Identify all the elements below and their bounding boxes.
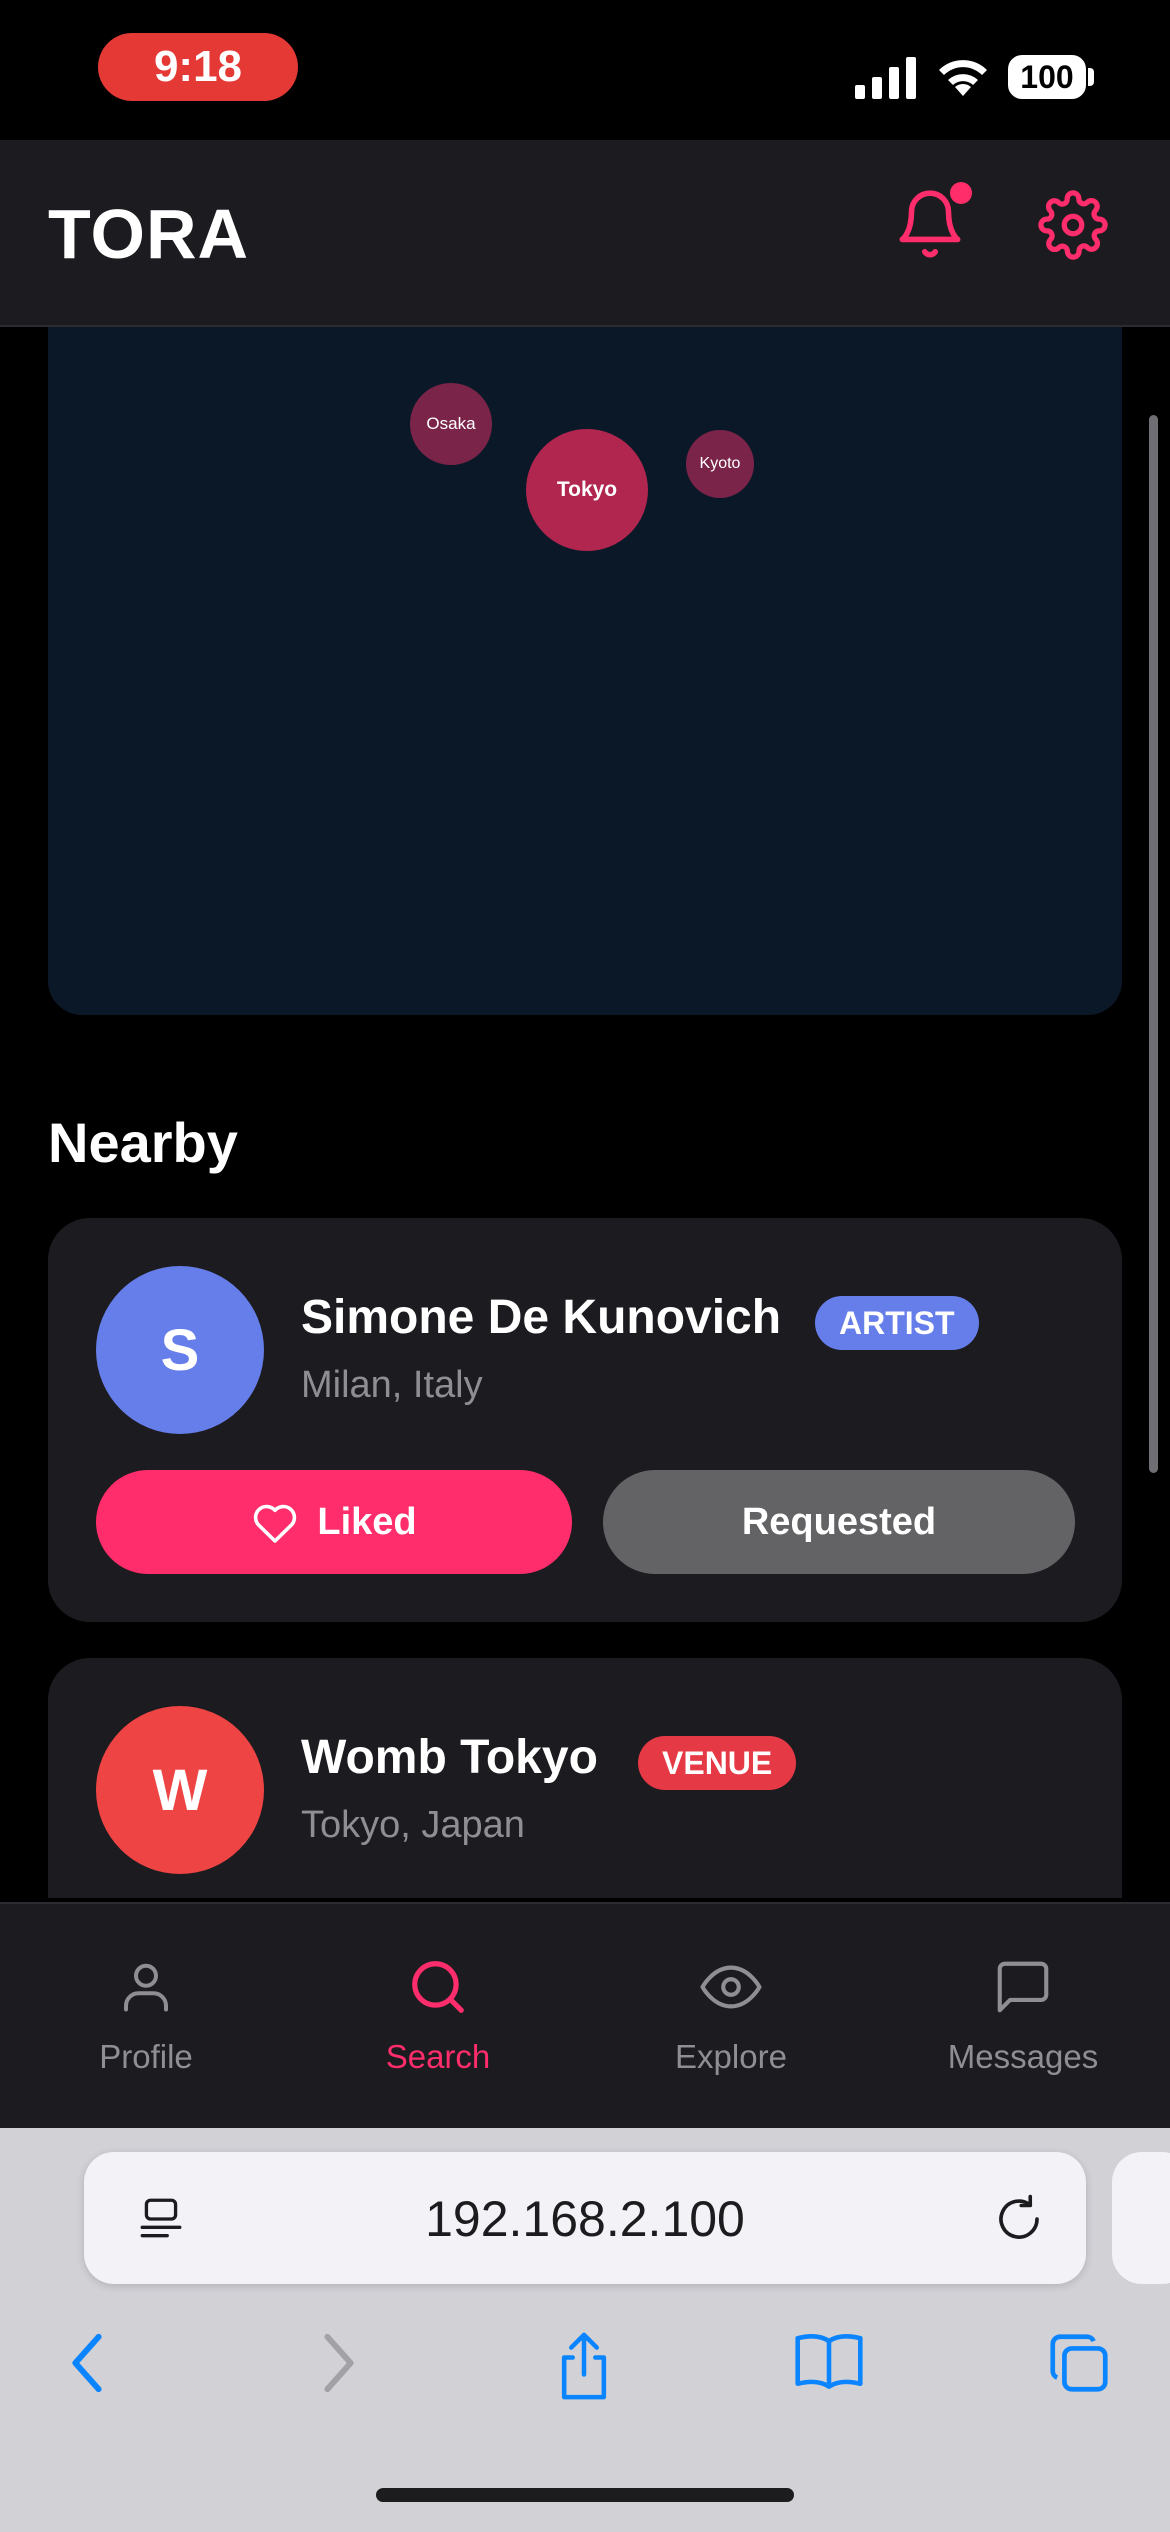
tab-profile[interactable]: Profile xyxy=(0,1956,292,2076)
profile-name: Womb Tokyo xyxy=(301,1731,598,1784)
app-header: TORA xyxy=(0,140,1170,327)
cellular-signal-icon xyxy=(855,57,916,99)
map-city-kyoto[interactable]: Kyoto xyxy=(686,430,754,498)
tabs-icon[interactable] xyxy=(1044,2328,1114,2398)
tab-explore-label: Explore xyxy=(675,2038,787,2075)
tab-search[interactable]: Search xyxy=(292,1956,584,2076)
wifi-icon xyxy=(939,60,987,96)
venue-badge: VENUE xyxy=(638,1736,797,1790)
bottom-tab-bar: Profile Search Explore Messages xyxy=(0,1902,1170,2130)
search-icon xyxy=(412,1961,464,2013)
message-icon xyxy=(997,1961,1049,2013)
nearby-card[interactable]: W Womb Tokyo VENUE Tokyo, Japan xyxy=(48,1658,1122,1898)
notification-dot xyxy=(950,182,972,204)
app-logo-text: TORA xyxy=(48,195,250,273)
settings-gear-icon[interactable] xyxy=(1038,190,1108,260)
map-city-osaka[interactable]: Osaka xyxy=(410,383,492,465)
tab-profile-label: Profile xyxy=(99,2038,193,2075)
avatar: S xyxy=(96,1266,264,1434)
city-map[interactable]: Osaka Tokyo Kyoto xyxy=(48,327,1122,1015)
battery-indicator: 100 xyxy=(1008,55,1086,99)
next-tab-preview[interactable] xyxy=(1112,2152,1170,2284)
profile-name: Simone De Kunovich xyxy=(301,1291,782,1344)
forward-chevron-icon[interactable] xyxy=(316,2328,362,2398)
avatar: W xyxy=(96,1706,264,1874)
share-icon[interactable] xyxy=(550,2328,618,2404)
heart-icon xyxy=(254,1504,297,1543)
nearby-card[interactable]: S Simone De Kunovich ARTIST Milan, Italy… xyxy=(48,1218,1122,1622)
tab-messages[interactable]: Messages xyxy=(877,1956,1169,2076)
status-time: 9:18 xyxy=(98,33,298,101)
back-chevron-icon[interactable] xyxy=(64,2328,110,2398)
battery-tip xyxy=(1088,68,1094,86)
requested-button[interactable]: Requested xyxy=(603,1470,1075,1574)
home-indicator xyxy=(376,2488,794,2502)
artist-badge: ARTIST xyxy=(815,1296,979,1350)
profile-location: Milan, Italy xyxy=(301,1364,483,1406)
tab-messages-label: Messages xyxy=(947,2038,1099,2075)
requested-label: Requested xyxy=(741,1500,937,1543)
browser-toolbar: 192.168.2.100 xyxy=(0,2128,1170,2532)
person-icon xyxy=(124,1963,168,2012)
map-city-tokyo[interactable]: Tokyo xyxy=(526,429,648,551)
profile-location: Tokyo, Japan xyxy=(301,1804,525,1846)
url-text: 192.168.2.100 xyxy=(425,2191,745,2247)
tab-search-label: Search xyxy=(385,2038,491,2075)
page-scrollbar[interactable] xyxy=(1149,415,1158,1473)
eye-icon xyxy=(700,1965,762,2009)
nearby-heading: Nearby xyxy=(48,1111,238,1174)
bookmarks-icon[interactable] xyxy=(792,2328,866,2394)
liked-label: Liked xyxy=(317,1500,417,1543)
liked-button[interactable]: Liked xyxy=(96,1470,572,1574)
reload-icon[interactable] xyxy=(992,2192,1046,2246)
address-bar[interactable]: 192.168.2.100 xyxy=(84,2152,1086,2284)
status-bar: 9:18 100 xyxy=(0,0,1170,140)
tab-explore[interactable]: Explore xyxy=(585,1956,877,2076)
